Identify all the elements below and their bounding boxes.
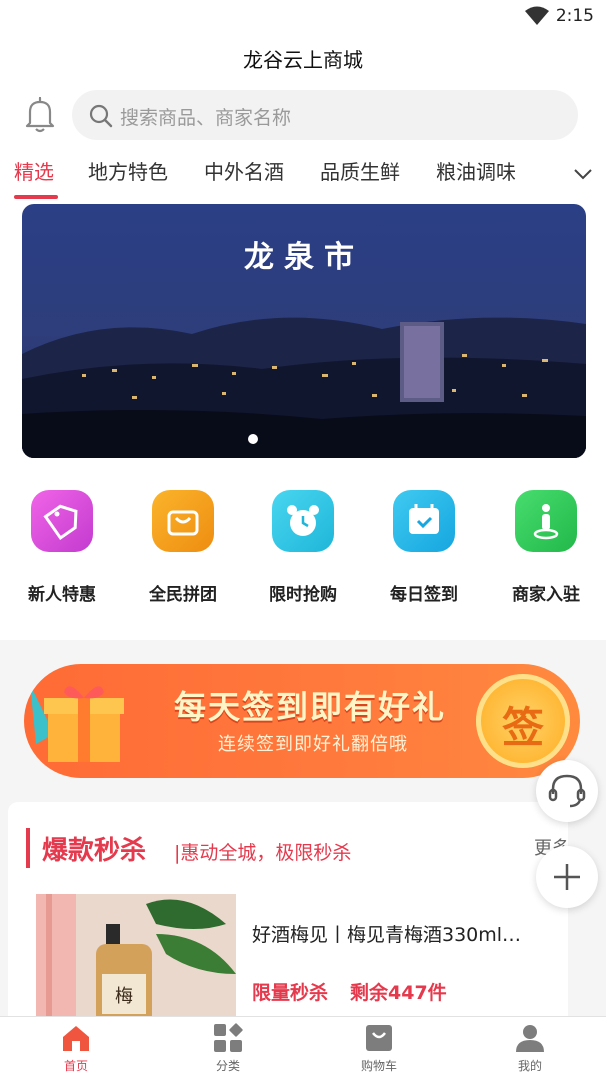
add-button[interactable] <box>536 846 598 908</box>
sale-tag-icon <box>31 490 93 552</box>
quick-link-flash-sale[interactable]: 限时抢购 <box>243 490 363 605</box>
product-name[interactable]: 好酒梅见丨梅见青梅酒330ml… <box>252 920 552 947</box>
banner-carousel[interactable]: 龙泉市 <box>22 204 586 458</box>
search-placeholder: 搜索商品、商家名称 <box>120 107 292 129</box>
banner-title: 龙泉市 <box>244 240 364 275</box>
calendar-check-icon <box>393 490 455 552</box>
nav-category[interactable]: 分类 <box>188 1023 268 1074</box>
checkin-promo-banner[interactable]: 每天签到即有好礼 连续签到即好礼翻倍哦 签 <box>24 664 580 778</box>
bottom-navigation: 首页 分类 购物车 我的 <box>0 1016 606 1080</box>
quick-link-label: 限时抢购 <box>269 585 337 605</box>
nav-cart[interactable]: 购物车 <box>339 1023 419 1074</box>
app-title: 龙谷云上商城 <box>243 48 363 72</box>
product-stock: 剩余447件 <box>350 982 447 1004</box>
profile-icon <box>515 1023 545 1053</box>
home-icon <box>61 1023 91 1053</box>
status-time: 2:15 <box>555 6 594 26</box>
shopping-bag-icon <box>152 490 214 552</box>
promo-title: 每天签到即有好礼 <box>174 688 447 726</box>
section-title: 爆款秒杀 <box>42 836 147 866</box>
nav-profile[interactable]: 我的 <box>490 1023 570 1074</box>
gift-box-icon <box>30 684 124 762</box>
search-icon <box>89 104 113 128</box>
product-promo-tag: 限量秒杀 <box>252 982 329 1004</box>
svg-text:梅: 梅 <box>115 986 133 1007</box>
tab-active-indicator <box>14 195 58 199</box>
tab-grain-oil[interactable]: 粮油调味 <box>436 156 516 185</box>
nav-label: 购物车 <box>360 1059 397 1073</box>
tab-local-specialties[interactable]: 地方特色 <box>88 156 168 185</box>
carousel-indicator <box>248 434 258 444</box>
quick-link-group-buy[interactable]: 全民拼团 <box>123 490 243 605</box>
nav-label: 分类 <box>215 1059 240 1073</box>
quick-link-label: 全民拼团 <box>149 585 217 605</box>
product-image[interactable]: 梅 <box>36 894 236 1034</box>
category-icon <box>213 1023 243 1053</box>
quick-links: 新人特惠 全民拼团 限时抢购 每日签到 商家入驻 <box>0 476 606 626</box>
headset-icon <box>548 774 586 808</box>
cart-icon <box>364 1023 394 1053</box>
checkin-badge[interactable]: 签 <box>476 674 570 768</box>
quick-link-new-user[interactable]: 新人特惠 <box>2 490 122 605</box>
tab-featured[interactable]: 精选 <box>14 156 54 185</box>
quick-link-label: 新人特惠 <box>28 585 96 605</box>
tab-fresh-produce[interactable]: 品质生鲜 <box>320 156 400 185</box>
merchant-person-icon <box>515 490 577 552</box>
tab-famous-liquor[interactable]: 中外名酒 <box>204 156 284 185</box>
search-bar[interactable]: 搜索商品、商家名称 <box>72 90 578 140</box>
quick-link-label: 每日签到 <box>390 585 458 605</box>
nav-label: 我的 <box>517 1059 542 1073</box>
alarm-clock-icon <box>272 490 334 552</box>
status-bar: 2:15 <box>0 0 606 34</box>
quick-link-label: 商家入驻 <box>512 585 580 605</box>
plus-icon <box>554 864 580 890</box>
nav-home[interactable]: 首页 <box>36 1023 116 1074</box>
wifi-icon <box>525 6 549 25</box>
promo-subtitle: 连续签到即好礼翻倍哦 <box>218 734 408 755</box>
quick-link-merchant-join[interactable]: 商家入驻 <box>486 490 606 605</box>
section-subtitle: |惠动全城，极限秒杀 <box>174 842 352 864</box>
nav-label: 首页 <box>63 1059 88 1073</box>
quick-link-daily-checkin[interactable]: 每日签到 <box>364 490 484 605</box>
chevron-down-icon[interactable] <box>572 164 594 184</box>
flash-sale-section: 爆款秒杀 |惠动全城，极限秒杀 更多 梅 好酒梅见丨梅见青梅酒330ml… 限量… <box>8 802 568 1034</box>
customer-service-button[interactable] <box>536 760 598 822</box>
category-tabs: 精选 地方特色 中外名酒 品质生鲜 粮油调味 <box>0 152 606 200</box>
section-accent-bar <box>26 828 30 868</box>
notification-bell-icon[interactable] <box>22 96 58 134</box>
